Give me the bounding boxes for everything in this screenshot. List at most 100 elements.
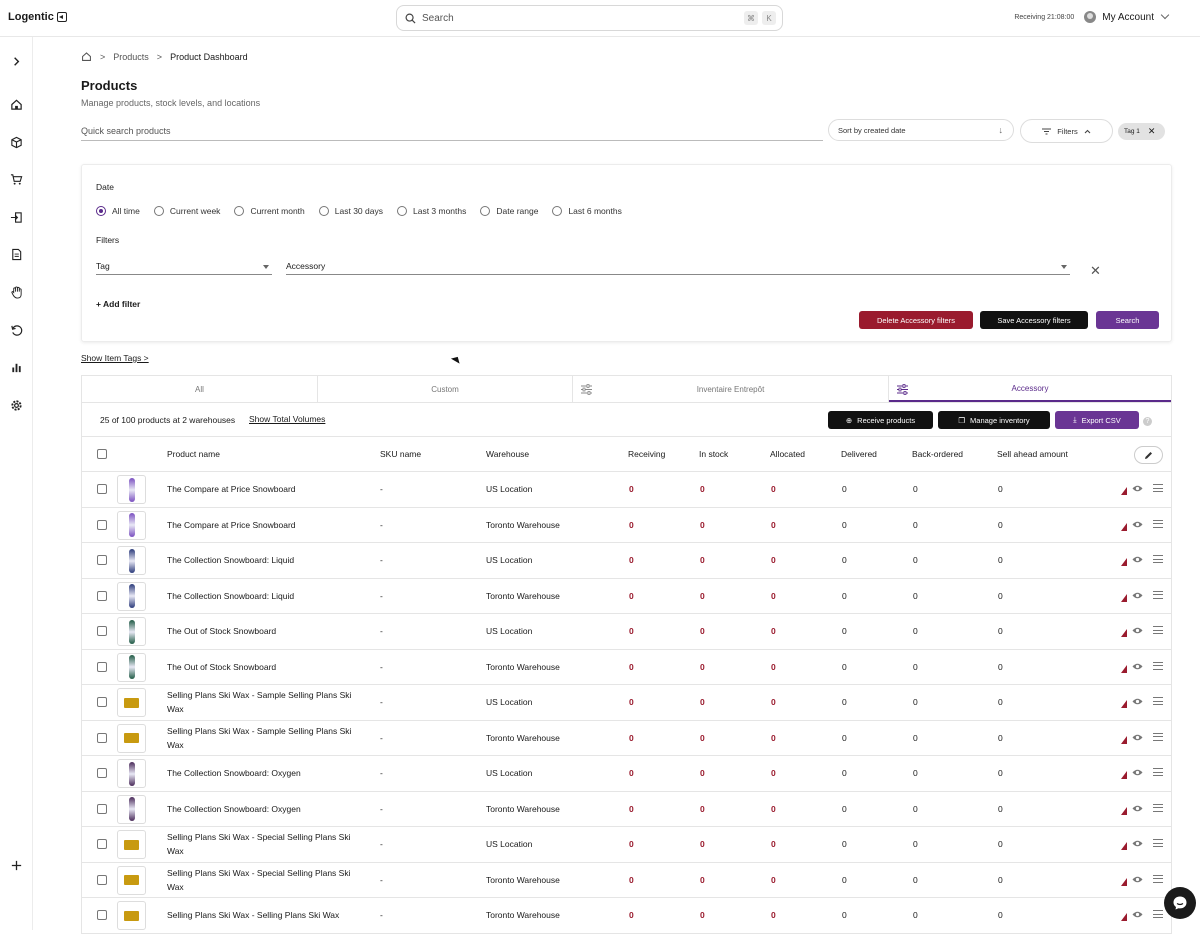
col-sku-name[interactable]: SKU name (380, 449, 421, 459)
filters-button[interactable]: Filters (1020, 119, 1113, 143)
table-row[interactable]: The Out of Stock Snowboard - Toronto Wareh… (82, 650, 1171, 685)
eye-icon[interactable] (1132, 626, 1143, 635)
plus-icon[interactable] (9, 858, 23, 872)
chat-button[interactable] (1164, 887, 1196, 919)
drag-handle-icon[interactable] (1153, 910, 1163, 919)
table-row[interactable]: The Compare at Price Snowboard - US Locati… (82, 472, 1171, 508)
document-icon[interactable] (9, 247, 23, 261)
chevron-down-icon[interactable] (1160, 10, 1170, 20)
radio-current-month[interactable]: Current month (234, 206, 305, 216)
sort-select[interactable]: Sort by created date ↓ (828, 119, 1014, 141)
gear-icon[interactable] (9, 398, 23, 412)
col-sell-ahead[interactable]: Sell ahead amount (997, 449, 1068, 459)
row-checkbox[interactable] (97, 484, 107, 495)
export-csv-button[interactable]: ⤓ Export CSV (1055, 411, 1139, 429)
table-row[interactable]: Selling Plans Ski Wax - Sample Selling P… (82, 685, 1171, 721)
table-row[interactable]: The Collection Snowboard: Liquid - US Loca… (82, 543, 1171, 579)
manage-inventory-button[interactable]: ❒ Manage inventory (938, 411, 1050, 429)
drag-handle-icon[interactable] (1153, 555, 1163, 564)
remove-filter-icon[interactable]: ✕ (1090, 263, 1101, 279)
product-name[interactable]: The Out of Stock Snowboard (167, 624, 357, 638)
row-checkbox[interactable] (97, 839, 107, 850)
radio-last-30-days[interactable]: Last 30 days (318, 206, 383, 216)
tab-accessory[interactable]: Accessory (889, 376, 1171, 402)
col-delivered[interactable]: Delivered (841, 449, 877, 459)
drag-handle-icon[interactable] (1153, 768, 1163, 777)
drag-handle-icon[interactable] (1153, 484, 1163, 493)
col-product-name[interactable]: Product name (167, 449, 220, 459)
product-name[interactable]: The Out of Stock Snowboard (167, 660, 357, 674)
col-back-ordered[interactable]: Back-ordered (912, 449, 963, 459)
eye-icon[interactable] (1132, 839, 1143, 848)
table-row[interactable]: The Collection Snowboard: Liquid - Toronto… (82, 579, 1171, 614)
eye-icon[interactable] (1132, 733, 1143, 742)
select-all-checkbox[interactable] (97, 449, 107, 459)
col-in-stock[interactable]: In stock (699, 449, 728, 459)
row-checkbox[interactable] (97, 732, 107, 743)
expand-sidebar-icon[interactable] (9, 54, 23, 68)
eye-icon[interactable] (1132, 697, 1143, 706)
show-total-volumes-link[interactable]: Show Total Volumes (249, 414, 325, 424)
product-name[interactable]: Selling Plans Ski Wax - Selling Plans Sk… (167, 908, 357, 922)
receive-products-button[interactable]: ⊕ Receive products (828, 411, 933, 429)
eye-icon[interactable] (1132, 484, 1143, 493)
radio-date-range[interactable]: Date range (480, 206, 538, 216)
show-item-tags-link[interactable]: Show Item Tags > (81, 353, 149, 363)
drag-handle-icon[interactable] (1153, 519, 1163, 528)
receiving-status[interactable]: Receiving 21:08:00 (1014, 14, 1074, 21)
radio-last-6-months[interactable]: Last 6 months (552, 206, 622, 216)
analytics-icon[interactable] (9, 360, 23, 374)
table-row[interactable]: Selling Plans Ski Wax - Special Selling … (82, 863, 1171, 898)
row-checkbox[interactable] (97, 661, 107, 672)
eye-icon[interactable] (1132, 910, 1143, 919)
add-filter-button[interactable]: + Add filter (96, 299, 140, 309)
drag-handle-icon[interactable] (1153, 874, 1163, 883)
eye-icon[interactable] (1132, 555, 1143, 564)
avatar[interactable] (1084, 11, 1097, 23)
radio-all-time[interactable]: All time (96, 206, 140, 216)
radio-last-3-months[interactable]: Last 3 months (396, 206, 466, 216)
cart-icon[interactable] (9, 172, 23, 186)
table-row[interactable]: The Collection Snowboard: Oxygen - US Loca… (82, 756, 1171, 792)
drag-handle-icon[interactable] (1153, 732, 1163, 741)
table-row[interactable]: The Compare at Price Snowboard - Toronto W… (82, 508, 1171, 543)
row-checkbox[interactable] (97, 519, 107, 530)
product-name[interactable]: The Collection Snowboard: Oxygen (167, 766, 357, 780)
row-checkbox[interactable] (97, 768, 107, 779)
col-allocated[interactable]: Allocated (770, 449, 805, 459)
row-checkbox[interactable] (97, 874, 107, 885)
product-name[interactable]: Selling Plans Ski Wax - Sample Selling P… (167, 724, 357, 752)
filter-value-select[interactable]: Accessory (286, 259, 1070, 275)
col-warehouse[interactable]: Warehouse (486, 449, 529, 459)
eye-icon[interactable] (1132, 520, 1143, 529)
eye-icon[interactable] (1132, 875, 1143, 884)
drag-handle-icon[interactable] (1153, 626, 1163, 635)
product-name[interactable]: Selling Plans Ski Wax - Sample Selling P… (167, 688, 357, 716)
drag-handle-icon[interactable] (1153, 803, 1163, 812)
tab-inventaire-entrepot[interactable]: Inventaire Entrepôt (573, 376, 889, 402)
returns-icon[interactable] (9, 323, 23, 337)
row-checkbox[interactable] (97, 697, 107, 708)
table-row[interactable]: Selling Plans Ski Wax - Selling Plans Sk… (82, 898, 1171, 934)
product-name[interactable]: The Collection Snowboard: Liquid (167, 589, 357, 603)
breadcrumb-products[interactable]: Products (113, 52, 149, 62)
drag-handle-icon[interactable] (1153, 697, 1163, 706)
filter-field-select[interactable]: Tag (96, 259, 272, 275)
delete-filters-button[interactable]: Delete Accessory filters (859, 311, 973, 329)
drag-handle-icon[interactable] (1153, 590, 1163, 599)
eye-icon[interactable] (1132, 591, 1143, 600)
drag-handle-icon[interactable] (1153, 839, 1163, 848)
product-name[interactable]: Selling Plans Ski Wax - Special Selling … (167, 830, 357, 858)
tab-all[interactable]: All (82, 376, 318, 402)
tag-chip[interactable]: Tag 1 ✕ (1118, 123, 1165, 140)
search-button[interactable]: Search (1096, 311, 1159, 329)
row-checkbox[interactable] (97, 626, 107, 637)
home-icon[interactable] (81, 51, 92, 62)
product-name[interactable]: The Collection Snowboard: Oxygen (167, 802, 357, 816)
edit-columns-button[interactable] (1134, 446, 1163, 464)
col-receiving[interactable]: Receiving (628, 449, 665, 459)
tab-custom[interactable]: Custom (318, 376, 573, 402)
product-name[interactable]: Selling Plans Ski Wax - Special Selling … (167, 866, 357, 894)
table-row[interactable]: The Out of Stock Snowboard - US Location 0 0… (82, 614, 1171, 650)
table-row[interactable]: Selling Plans Ski Wax - Special Selling … (82, 827, 1171, 863)
